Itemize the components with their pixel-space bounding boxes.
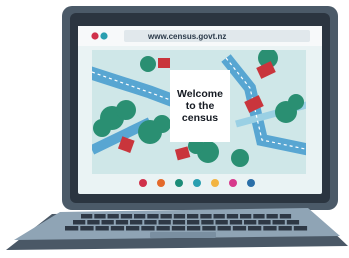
keyboard-key <box>147 214 159 219</box>
color-dot <box>157 179 165 187</box>
keyboard-key <box>215 220 228 225</box>
keyboard-key <box>144 220 157 225</box>
color-dot <box>175 179 183 187</box>
keyboard-key <box>201 220 214 225</box>
trackpad[interactable] <box>150 232 216 238</box>
laptop-illustration: www.census.govt.nz Welcome to the census <box>0 0 349 258</box>
keyboard-key <box>73 220 86 225</box>
browser-dot-teal <box>100 32 108 40</box>
keyboard-key <box>101 220 114 225</box>
color-dot <box>211 179 219 187</box>
keyboard-key <box>200 214 212 219</box>
keyboard-key <box>229 220 243 225</box>
keyboard-key <box>278 226 292 231</box>
keyboard-key <box>95 226 109 231</box>
color-dot <box>193 179 201 187</box>
keyboard-key <box>172 220 186 225</box>
keyboard-key <box>266 214 278 219</box>
laptop-base <box>6 208 348 250</box>
keyboard-key <box>160 214 172 219</box>
address-bar-url: www.census.govt.nz <box>147 32 226 41</box>
keyboard-key <box>253 214 265 219</box>
keyboard-key <box>120 214 133 219</box>
welcome-line-2: to the <box>186 100 215 112</box>
keyboard-key <box>248 226 262 231</box>
keyboard-key <box>187 226 201 231</box>
keyboard-key <box>94 214 106 219</box>
welcome-card: Welcome to the census <box>170 70 230 142</box>
color-dot <box>229 179 237 187</box>
color-dot <box>247 179 255 187</box>
color-dot <box>139 179 147 187</box>
welcome-line-3: census <box>182 112 218 124</box>
keyboard-key <box>173 214 186 219</box>
keyboard-key <box>87 220 100 225</box>
keyboard-key <box>244 220 257 225</box>
keyboard-key <box>156 226 170 231</box>
keyboard-key <box>272 220 285 225</box>
keyboard-key <box>171 226 186 231</box>
keyboard-key <box>65 226 79 231</box>
keyboard-key <box>232 226 247 231</box>
keyboard-key <box>81 214 93 219</box>
keyboard-key <box>107 214 119 219</box>
keyboard-key <box>130 220 143 225</box>
keyboard-key <box>80 226 94 231</box>
keyboard-key <box>187 220 200 225</box>
keyboard-key <box>134 214 146 219</box>
keyboard-key <box>202 226 216 231</box>
welcome-line-1: Welcome <box>177 88 223 100</box>
keyboard-key <box>126 226 140 231</box>
browser-dot-red <box>91 32 99 40</box>
keyboard-key <box>279 214 292 219</box>
keyboard-key <box>115 220 129 225</box>
keyboard-key <box>110 226 125 231</box>
keyboard-key <box>263 226 277 231</box>
keyboard-key <box>141 226 155 231</box>
keyboard-key <box>217 226 231 231</box>
keyboard-key <box>258 220 271 225</box>
keyboard-key <box>213 214 225 219</box>
keyboard-key <box>158 220 171 225</box>
keyboard-key <box>226 214 239 219</box>
keyboard-key <box>240 214 252 219</box>
keyboard-key <box>293 226 308 231</box>
color-dots-row <box>92 176 306 190</box>
keyboard-key <box>286 220 300 225</box>
keyboard-key <box>187 214 199 219</box>
